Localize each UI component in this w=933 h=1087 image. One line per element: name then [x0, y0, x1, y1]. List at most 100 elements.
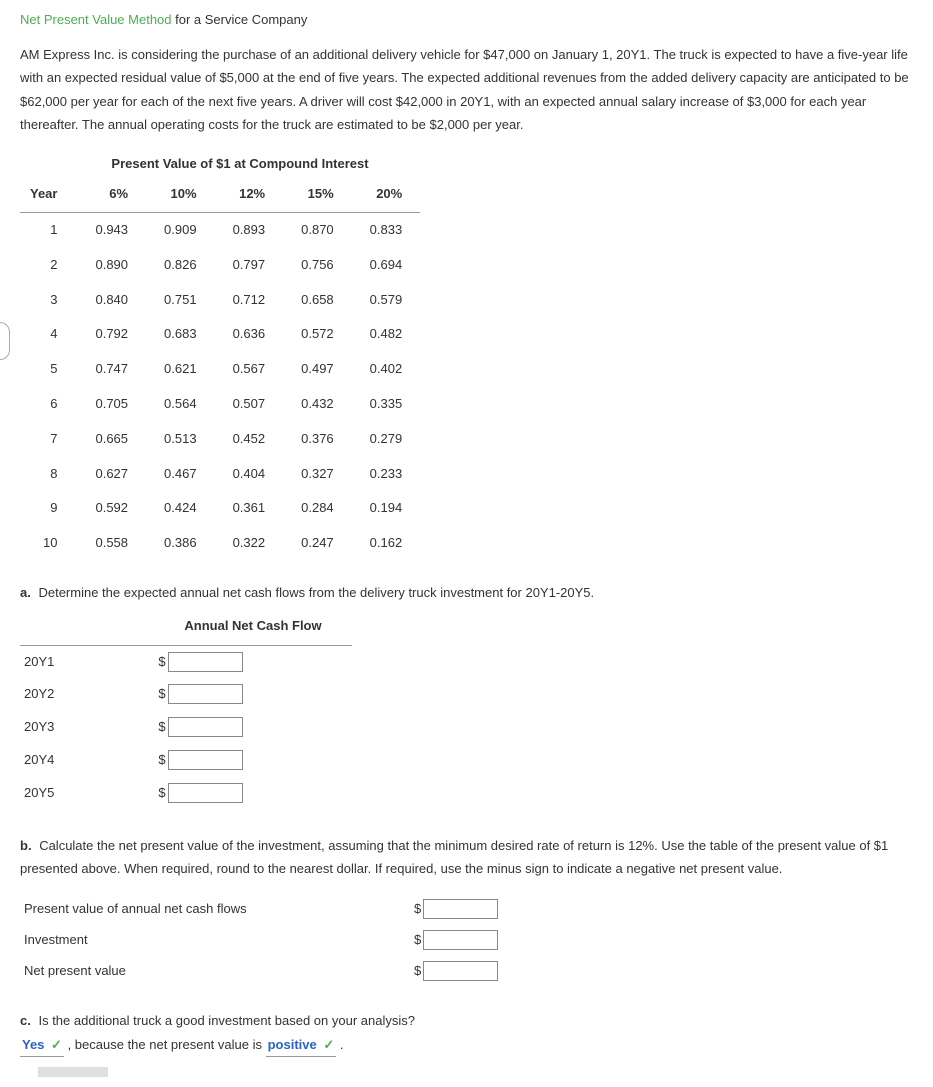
year-cell: 20Y2	[20, 678, 154, 711]
pv-col-header: 12%	[215, 177, 284, 212]
title-suffix: for a Service Company	[172, 12, 308, 27]
pv-cell: 0.233	[352, 457, 421, 492]
pv-cell: 0.567	[215, 352, 284, 387]
page-title: Net Present Value Method for a Service C…	[20, 10, 913, 31]
pv-cell: 0.747	[77, 352, 146, 387]
label-a: a.	[20, 585, 31, 600]
cashflow-input[interactable]	[168, 652, 243, 672]
answer-positive-text: positive	[268, 1037, 317, 1052]
input-cell: $	[154, 678, 351, 711]
mid-text: , because the net present value is	[68, 1037, 266, 1052]
check-icon: ✓	[323, 1037, 334, 1052]
input-cell: $	[154, 744, 351, 777]
input-cell: $	[154, 777, 351, 810]
table-row: 50.7470.6210.5670.4970.402	[20, 352, 420, 387]
pv-cell: 0.756	[283, 248, 352, 283]
table-row: 90.5920.4240.3610.2840.194	[20, 491, 420, 526]
dollar-sign: $	[414, 932, 421, 947]
pv-cell: 0.694	[352, 248, 421, 283]
table-row: 70.6650.5130.4520.3760.279	[20, 422, 420, 457]
pv-table-title: Present Value of $1 at Compound Interest	[20, 154, 460, 175]
year-cell: 20Y3	[20, 711, 154, 744]
answer-line: Yes ✓ , because the net present value is…	[20, 1035, 913, 1057]
answer-yes-dropdown[interactable]: Yes ✓	[20, 1035, 64, 1057]
answer-yes-text: Yes	[22, 1037, 44, 1052]
pv-cell: 0.797	[215, 248, 284, 283]
pv-cell: 0.497	[283, 352, 352, 387]
pv-cell: 0.361	[215, 491, 284, 526]
pv-col-header: 15%	[283, 177, 352, 212]
pv-cell: 0.792	[77, 317, 146, 352]
table-row: 20Y5 $	[20, 777, 352, 810]
table-row: 80.6270.4670.4040.3270.233	[20, 457, 420, 492]
cashflow-input[interactable]	[168, 717, 243, 737]
pv-cell: 0.247	[283, 526, 352, 561]
pv-cell: 0.467	[146, 457, 215, 492]
dollar-sign: $	[158, 719, 165, 734]
answer-positive-dropdown[interactable]: positive ✓	[266, 1035, 337, 1057]
table-row: 20Y2$	[20, 678, 352, 711]
npv-table: Present value of annual net cash flows $ I…	[20, 894, 502, 986]
npv-input[interactable]	[423, 930, 498, 950]
year-cell: 20Y5	[20, 777, 154, 810]
question-c: c. Is the additional truck a good invest…	[20, 1011, 913, 1032]
pv-cell: 0.636	[215, 317, 284, 352]
dollar-sign: $	[414, 963, 421, 978]
title-link[interactable]: Net Present Value Method	[20, 12, 172, 27]
cashflow-input[interactable]	[168, 750, 243, 770]
pv-cell: 0.386	[146, 526, 215, 561]
dollar-sign: $	[158, 785, 165, 800]
npv-label-cell: Present value of annual net cash flows	[20, 894, 410, 925]
pv-cell: 0.627	[77, 457, 146, 492]
pv-cell: 0.840	[77, 283, 146, 318]
pv-cell: 0.712	[215, 283, 284, 318]
pv-cell: 0.402	[352, 352, 421, 387]
pv-cell: 0.592	[77, 491, 146, 526]
pv-cell: 0.279	[352, 422, 421, 457]
pv-cell: 0.870	[283, 212, 352, 247]
cashflow-input[interactable]	[168, 684, 243, 704]
pv-cell: 0.751	[146, 283, 215, 318]
cashflow-input[interactable]	[168, 783, 243, 803]
pv-cell: 0.909	[146, 212, 215, 247]
table-row: Net present value $	[20, 956, 502, 987]
pv-cell: 0.513	[146, 422, 215, 457]
bottom-bar	[38, 1067, 108, 1077]
pv-cell: 0.683	[146, 317, 215, 352]
pv-cell: 0.404	[215, 457, 284, 492]
npv-label-cell: Investment	[20, 925, 410, 956]
pv-cell: 7	[20, 422, 77, 457]
pv-cell: 6	[20, 387, 77, 422]
pv-cell: 0.284	[283, 491, 352, 526]
cashflow-header: Annual Net Cash Flow	[154, 608, 351, 645]
nav-handle-left[interactable]	[0, 322, 10, 360]
pv-cell: 0.432	[283, 387, 352, 422]
pv-cell: 0.558	[77, 526, 146, 561]
label-b: b.	[20, 838, 32, 853]
question-b: b. Calculate the net present value of th…	[20, 834, 913, 881]
check-icon: ✓	[51, 1037, 62, 1052]
input-cell: $	[154, 645, 351, 678]
pv-cell: 1	[20, 212, 77, 247]
npv-input[interactable]	[423, 899, 498, 919]
dollar-sign: $	[414, 901, 421, 916]
pv-col-header: Year	[20, 177, 77, 212]
year-cell: 20Y1	[20, 645, 154, 678]
table-row: 20Y4$	[20, 744, 352, 777]
pv-cell: 3	[20, 283, 77, 318]
pv-cell: 10	[20, 526, 77, 561]
npv-label-cell: Net present value	[20, 956, 410, 987]
pv-cell: 0.327	[283, 457, 352, 492]
pv-cell: 0.194	[352, 491, 421, 526]
pv-cell: 0.322	[215, 526, 284, 561]
pv-cell: 0.335	[352, 387, 421, 422]
npv-input[interactable]	[423, 961, 498, 981]
pv-cell: 0.893	[215, 212, 284, 247]
table-row: 100.5580.3860.3220.2470.162	[20, 526, 420, 561]
pv-cell: 0.826	[146, 248, 215, 283]
answer-period: .	[340, 1037, 344, 1052]
table-row: 20Y3 $	[20, 711, 352, 744]
pv-cell: 9	[20, 491, 77, 526]
pv-cell: 0.376	[283, 422, 352, 457]
pv-cell: 0.564	[146, 387, 215, 422]
